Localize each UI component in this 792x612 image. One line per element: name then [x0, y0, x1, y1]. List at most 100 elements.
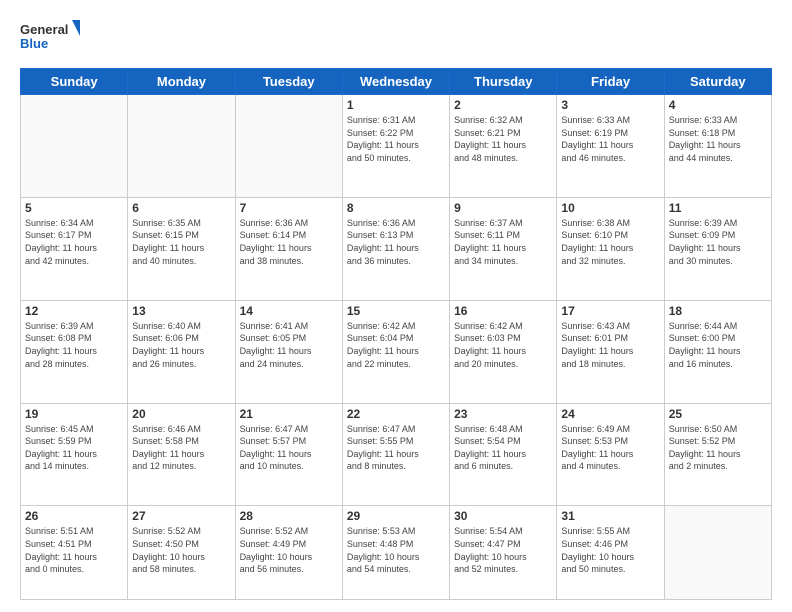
day-number: 19: [25, 407, 123, 421]
calendar-day-cell: [664, 506, 771, 600]
calendar-day-cell: 17 Sunrise: 6:43 AM Sunset: 6:01 PM Dayli…: [557, 300, 664, 403]
calendar-day-cell: 15 Sunrise: 6:42 AM Sunset: 6:04 PM Dayli…: [342, 300, 449, 403]
logo: General Blue: [20, 18, 80, 58]
calendar-day-cell: 28Sunrise: 5:52 AM Sunset: 4:49 PM Dayli…: [235, 506, 342, 600]
day-info: Sunrise: 6:42 AM Sunset: 6:03 PM Dayligh…: [454, 320, 552, 370]
calendar-day-cell: 8 Sunrise: 6:36 AM Sunset: 6:13 PM Daylig…: [342, 197, 449, 300]
day-number: 9: [454, 201, 552, 215]
day-number: 7: [240, 201, 338, 215]
day-number: 12: [25, 304, 123, 318]
calendar-day-cell: 14 Sunrise: 6:41 AM Sunset: 6:05 PM Dayli…: [235, 300, 342, 403]
day-number: 21: [240, 407, 338, 421]
calendar-day-cell: [128, 95, 235, 198]
day-number: 11: [669, 201, 767, 215]
calendar-day-cell: 3 Sunrise: 6:33 AM Sunset: 6:19 PM Daylig…: [557, 95, 664, 198]
day-number: 13: [132, 304, 230, 318]
calendar-day-cell: 12 Sunrise: 6:39 AM Sunset: 6:08 PM Dayli…: [21, 300, 128, 403]
day-number: 2: [454, 98, 552, 112]
calendar-day-cell: 18 Sunrise: 6:44 AM Sunset: 6:00 PM Dayli…: [664, 300, 771, 403]
calendar-header-row: SundayMondayTuesdayWednesdayThursdayFrid…: [21, 69, 772, 95]
day-info: Sunrise: 5:54 AM Sunset: 4:47 PM Dayligh…: [454, 525, 552, 575]
calendar-day-cell: 22Sunrise: 6:47 AM Sunset: 5:55 PM Dayli…: [342, 403, 449, 506]
header: General Blue: [20, 18, 772, 58]
day-number: 29: [347, 509, 445, 523]
calendar-day-cell: 4Sunrise: 6:33 AM Sunset: 6:18 PM Daylig…: [664, 95, 771, 198]
day-info: Sunrise: 6:33 AM Sunset: 6:19 PM Dayligh…: [561, 114, 659, 164]
calendar-day-cell: 7 Sunrise: 6:36 AM Sunset: 6:14 PM Daylig…: [235, 197, 342, 300]
day-info: Sunrise: 6:36 AM Sunset: 6:14 PM Dayligh…: [240, 217, 338, 267]
calendar-day-cell: 16 Sunrise: 6:42 AM Sunset: 6:03 PM Dayli…: [450, 300, 557, 403]
day-number: 23: [454, 407, 552, 421]
day-number: 25: [669, 407, 767, 421]
calendar-day-cell: 9 Sunrise: 6:37 AM Sunset: 6:11 PM Daylig…: [450, 197, 557, 300]
day-header-tuesday: Tuesday: [235, 69, 342, 95]
day-info: Sunrise: 6:35 AM Sunset: 6:15 PM Dayligh…: [132, 217, 230, 267]
calendar-day-cell: 25Sunrise: 6:50 AM Sunset: 5:52 PM Dayli…: [664, 403, 771, 506]
day-info: Sunrise: 6:41 AM Sunset: 6:05 PM Dayligh…: [240, 320, 338, 370]
day-number: 18: [669, 304, 767, 318]
day-info: Sunrise: 6:43 AM Sunset: 6:01 PM Dayligh…: [561, 320, 659, 370]
day-number: 15: [347, 304, 445, 318]
calendar-week-row: 19 Sunrise: 6:45 AM Sunset: 5:59 PM Dayli…: [21, 403, 772, 506]
logo-svg: General Blue: [20, 18, 80, 58]
calendar-day-cell: 11 Sunrise: 6:39 AM Sunset: 6:09 PM Dayli…: [664, 197, 771, 300]
calendar-day-cell: 10Sunrise: 6:38 AM Sunset: 6:10 PM Dayli…: [557, 197, 664, 300]
day-header-friday: Friday: [557, 69, 664, 95]
svg-text:Blue: Blue: [20, 36, 48, 51]
calendar-day-cell: 26 Sunrise: 5:51 AM Sunset: 4:51 PM Dayli…: [21, 506, 128, 600]
day-header-saturday: Saturday: [664, 69, 771, 95]
day-info: Sunrise: 5:52 AM Sunset: 4:49 PM Dayligh…: [240, 525, 338, 575]
day-info: Sunrise: 5:51 AM Sunset: 4:51 PM Dayligh…: [25, 525, 123, 575]
calendar-day-cell: 1Sunrise: 6:31 AM Sunset: 6:22 PM Daylig…: [342, 95, 449, 198]
day-info: Sunrise: 6:49 AM Sunset: 5:53 PM Dayligh…: [561, 423, 659, 473]
day-header-thursday: Thursday: [450, 69, 557, 95]
day-number: 20: [132, 407, 230, 421]
day-info: Sunrise: 6:34 AM Sunset: 6:17 PM Dayligh…: [25, 217, 123, 267]
day-number: 31: [561, 509, 659, 523]
day-number: 26: [25, 509, 123, 523]
day-number: 6: [132, 201, 230, 215]
calendar-day-cell: [235, 95, 342, 198]
day-number: 30: [454, 509, 552, 523]
calendar-day-cell: 19 Sunrise: 6:45 AM Sunset: 5:59 PM Dayli…: [21, 403, 128, 506]
day-info: Sunrise: 5:52 AM Sunset: 4:50 PM Dayligh…: [132, 525, 230, 575]
day-number: 17: [561, 304, 659, 318]
calendar-day-cell: 30 Sunrise: 5:54 AM Sunset: 4:47 PM Dayli…: [450, 506, 557, 600]
day-header-sunday: Sunday: [21, 69, 128, 95]
day-number: 8: [347, 201, 445, 215]
calendar-week-row: 12 Sunrise: 6:39 AM Sunset: 6:08 PM Dayli…: [21, 300, 772, 403]
day-info: Sunrise: 6:37 AM Sunset: 6:11 PM Dayligh…: [454, 217, 552, 267]
calendar-day-cell: 23 Sunrise: 6:48 AM Sunset: 5:54 PM Dayli…: [450, 403, 557, 506]
day-info: Sunrise: 6:44 AM Sunset: 6:00 PM Dayligh…: [669, 320, 767, 370]
calendar-day-cell: 5Sunrise: 6:34 AM Sunset: 6:17 PM Daylig…: [21, 197, 128, 300]
day-info: Sunrise: 6:46 AM Sunset: 5:58 PM Dayligh…: [132, 423, 230, 473]
calendar-day-cell: 27 Sunrise: 5:52 AM Sunset: 4:50 PM Dayli…: [128, 506, 235, 600]
day-number: 3: [561, 98, 659, 112]
day-number: 27: [132, 509, 230, 523]
calendar-day-cell: 29 Sunrise: 5:53 AM Sunset: 4:48 PM Dayli…: [342, 506, 449, 600]
day-info: Sunrise: 6:39 AM Sunset: 6:08 PM Dayligh…: [25, 320, 123, 370]
day-info: Sunrise: 6:36 AM Sunset: 6:13 PM Dayligh…: [347, 217, 445, 267]
page: General Blue SundayMondayTuesdayWednesda…: [0, 0, 792, 612]
day-header-wednesday: Wednesday: [342, 69, 449, 95]
calendar-day-cell: [21, 95, 128, 198]
day-info: Sunrise: 6:47 AM Sunset: 5:57 PM Dayligh…: [240, 423, 338, 473]
day-info: Sunrise: 6:42 AM Sunset: 6:04 PM Dayligh…: [347, 320, 445, 370]
day-info: Sunrise: 6:39 AM Sunset: 6:09 PM Dayligh…: [669, 217, 767, 267]
day-number: 14: [240, 304, 338, 318]
day-info: Sunrise: 5:55 AM Sunset: 4:46 PM Dayligh…: [561, 525, 659, 575]
day-number: 1: [347, 98, 445, 112]
day-number: 16: [454, 304, 552, 318]
calendar-day-cell: 21 Sunrise: 6:47 AM Sunset: 5:57 PM Dayli…: [235, 403, 342, 506]
day-info: Sunrise: 6:48 AM Sunset: 5:54 PM Dayligh…: [454, 423, 552, 473]
day-number: 4: [669, 98, 767, 112]
day-info: Sunrise: 5:53 AM Sunset: 4:48 PM Dayligh…: [347, 525, 445, 575]
calendar-day-cell: 13Sunrise: 6:40 AM Sunset: 6:06 PM Dayli…: [128, 300, 235, 403]
calendar-week-row: 26 Sunrise: 5:51 AM Sunset: 4:51 PM Dayli…: [21, 506, 772, 600]
day-info: Sunrise: 6:45 AM Sunset: 5:59 PM Dayligh…: [25, 423, 123, 473]
svg-text:General: General: [20, 22, 68, 37]
day-info: Sunrise: 6:47 AM Sunset: 5:55 PM Dayligh…: [347, 423, 445, 473]
calendar-day-cell: 2 Sunrise: 6:32 AM Sunset: 6:21 PM Daylig…: [450, 95, 557, 198]
calendar-day-cell: 24Sunrise: 6:49 AM Sunset: 5:53 PM Dayli…: [557, 403, 664, 506]
day-info: Sunrise: 6:32 AM Sunset: 6:21 PM Dayligh…: [454, 114, 552, 164]
